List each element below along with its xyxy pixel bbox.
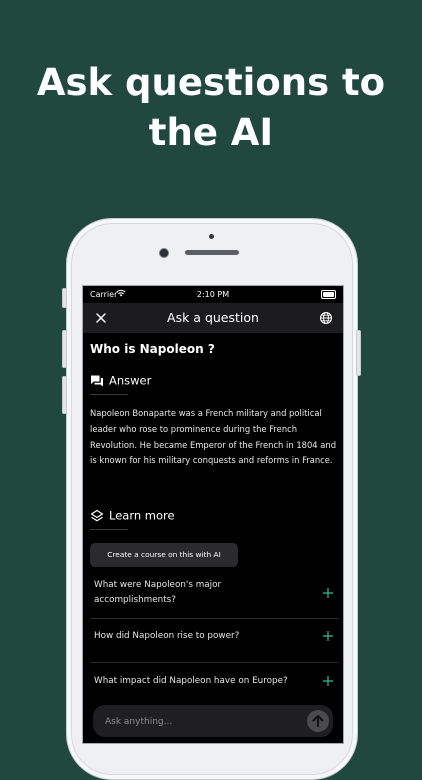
chat-bubbles-icon [90,374,104,388]
battery-icon [321,290,336,299]
create-course-button[interactable]: Create a course on this with AI [90,543,238,567]
suggestion-item[interactable]: What were Napoleon's major accomplishmen… [83,575,343,617]
plus-icon[interactable] [322,587,334,599]
front-camera [159,248,169,258]
plus-icon[interactable] [322,675,334,687]
mute-switch [62,288,67,308]
promo-headline: Ask questions to the AI [0,58,422,158]
answer-underline [90,394,128,395]
promo-headline-line-2: the AI [0,108,422,158]
globe-icon[interactable] [319,311,333,325]
proximity-sensor [209,234,214,239]
plus-icon[interactable] [322,630,334,642]
suggestion-divider [90,662,339,663]
learn-more-heading-label: Learn more [109,509,175,523]
send-button[interactable] [307,710,329,732]
nav-bar: Ask a question [83,303,343,333]
question-title: Who is Napoleon ? [90,342,215,356]
power-button [356,330,361,376]
ask-input[interactable] [103,712,297,732]
suggestion-item[interactable]: How did Napoleon rise to power? [83,625,343,655]
ask-bar [93,705,333,737]
volume-down-button [62,376,67,414]
learn-more-underline [90,529,128,530]
answer-text: Napoleon Bonaparte was a French military… [90,406,338,469]
suggestion-text: How did Napoleon rise to power? [94,629,304,644]
suggestion-text: What were Napoleon's major accomplishmen… [94,578,304,608]
arrow-up-icon [307,710,329,732]
learn-more-heading: Learn more [90,508,175,523]
answer-heading: Answer [90,373,151,388]
suggestion-item[interactable]: What impact did Napoleon have on Europe? [83,670,343,700]
phone-frame: Carrier 2:10 PM Ask a question Who is Na… [66,218,358,780]
answer-heading-label: Answer [109,374,151,388]
volume-up-button [62,330,67,368]
status-time: 2:10 PM [83,290,343,299]
phone-screen: Carrier 2:10 PM Ask a question Who is Na… [82,285,344,744]
promo-headline-line-1: Ask questions to [0,58,422,108]
suggestion-divider [90,618,339,619]
nav-title: Ask a question [83,310,343,325]
status-bar: Carrier 2:10 PM [83,286,343,303]
layers-icon [90,509,104,523]
suggestion-text: What impact did Napoleon have on Europe? [94,674,304,689]
earpiece-speaker [185,250,239,255]
